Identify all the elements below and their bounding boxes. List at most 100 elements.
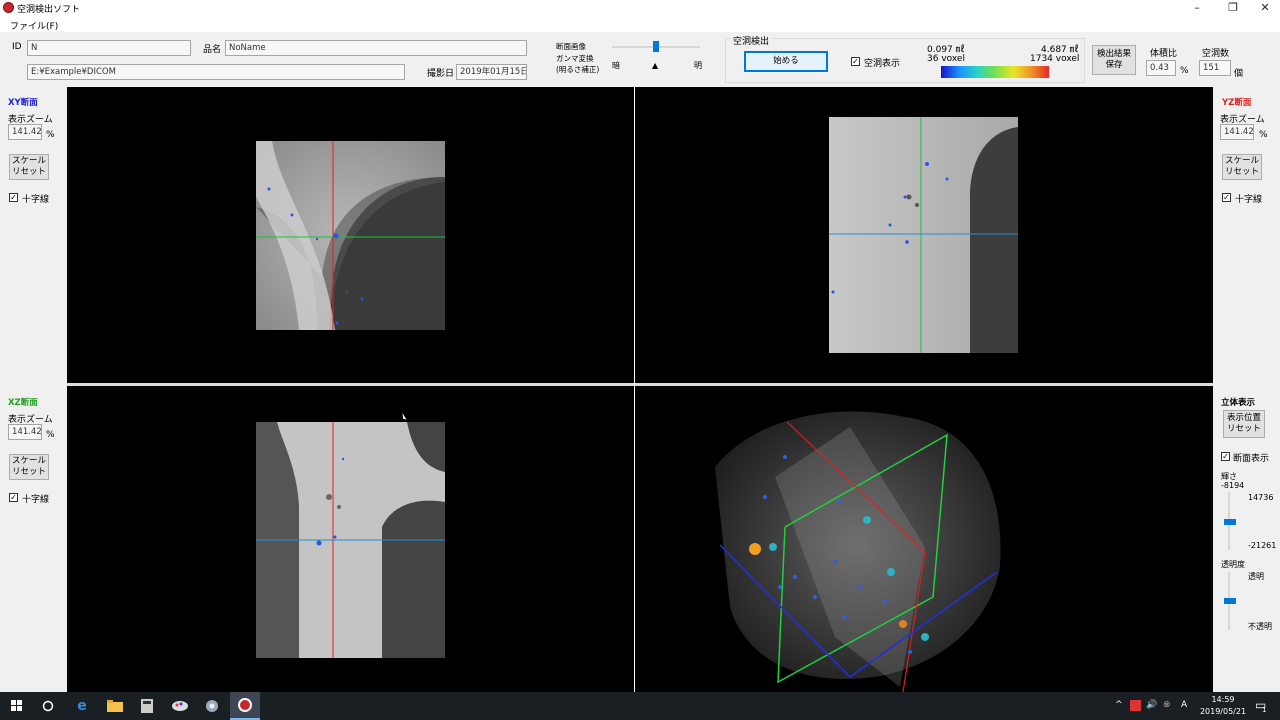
menu-file[interactable]: ファイル(F)	[10, 19, 58, 32]
xy-reset-label-2: リセット	[11, 167, 46, 177]
close-button[interactable]: ✕	[1248, 0, 1280, 16]
viewport-divider-horizontal[interactable]	[67, 383, 1213, 386]
void-count-field: 151	[1199, 60, 1231, 76]
view3d-title: 立体表示	[1221, 398, 1256, 408]
xy-crosshair-label: 十字線	[22, 195, 50, 205]
color-scale-bar	[941, 66, 1049, 78]
volume-icon[interactable]: 🔊	[1146, 700, 1157, 710]
view3d-reset-label-1: 表示位置	[1226, 413, 1261, 423]
title-bar: 空洞検出ソフト – ❐ ✕	[0, 0, 1280, 16]
volume-ratio-unit: %	[1180, 66, 1189, 76]
xy-scale-reset-button[interactable]: スケール リセット	[9, 154, 49, 180]
calculator-icon[interactable]	[136, 696, 158, 716]
gamma-label-3: (明るさ補正)	[556, 65, 600, 74]
yz-zoom-unit: %	[1259, 130, 1268, 140]
palette-icon	[172, 701, 188, 711]
gamma-label-1: 断面画像	[556, 42, 586, 51]
yz-view[interactable]	[635, 87, 1213, 383]
gamma-dark-label: 暗	[612, 61, 620, 70]
search-icon[interactable]	[37, 696, 59, 716]
view3d-position-reset-button[interactable]: 表示位置 リセット	[1223, 410, 1265, 438]
path-field[interactable]: E:¥Example¥DICOM	[27, 64, 405, 80]
section-display-checkbox[interactable]: ✓	[1221, 452, 1230, 461]
xz-view[interactable]	[67, 387, 634, 692]
xy-crosshair-checkbox[interactable]: ✓	[9, 193, 18, 202]
active-app-tab[interactable]	[230, 692, 260, 720]
yz-reset-label-1: スケール	[1224, 156, 1259, 166]
minimize-button[interactable]: –	[1180, 0, 1214, 16]
opacity-label: 透明度	[1221, 560, 1245, 569]
yz-reset-label-2: リセット	[1224, 167, 1259, 177]
scale-max-voxel: 1734 voxel	[1030, 54, 1080, 64]
id-label: ID	[12, 42, 22, 52]
void-count-label: 空洞数	[1202, 49, 1230, 59]
save-result-button[interactable]: 検出結果 保存	[1092, 45, 1136, 75]
brightness-max-value: 14736	[1248, 493, 1274, 502]
calculator-shape-icon	[141, 699, 153, 713]
tool-app-icon	[206, 700, 218, 712]
maximize-button[interactable]: ❐	[1216, 0, 1250, 16]
window-title: 空洞検出ソフト	[17, 5, 81, 15]
brightness-top-value: -8194	[1221, 481, 1245, 490]
app-icon-tool[interactable]	[201, 696, 223, 716]
void-detect-app-icon	[238, 698, 252, 712]
clock-date[interactable]: 2019/05/21	[1198, 707, 1248, 716]
ime-icon[interactable]: A	[1181, 700, 1187, 710]
yz-crosshair-label: 十字線	[1235, 195, 1263, 205]
void-count-unit: 個	[1234, 69, 1244, 79]
file-explorer-icon[interactable]	[104, 696, 126, 716]
xz-crosshair-label: 十字線	[22, 495, 50, 505]
brightness-slider-thumb[interactable]	[1224, 518, 1236, 525]
volume-ratio-field: 0.43	[1146, 60, 1176, 76]
name-field[interactable]: NoName	[225, 40, 527, 56]
app-icon-paint[interactable]	[169, 696, 191, 716]
gamma-label-2: ガンマ変換	[556, 54, 594, 63]
edge-browser-icon[interactable]: e	[71, 696, 93, 716]
yz-crosshair-checkbox[interactable]: ✓	[1222, 193, 1231, 202]
brightness-min-value: -21261	[1248, 541, 1277, 550]
xy-reset-label-1: スケール	[11, 156, 46, 166]
gamma-bright-label: 明	[694, 61, 702, 70]
xz-crosshair-checkbox[interactable]: ✓	[9, 493, 18, 502]
opacity-slider-thumb[interactable]	[1224, 598, 1236, 605]
tray-chevron-icon[interactable]: ^	[1115, 700, 1123, 710]
name-label: 品名	[203, 45, 222, 55]
date-field[interactable]: 2019年01月15日	[456, 64, 527, 80]
opacity-top-label: 透明	[1248, 572, 1264, 581]
app-icon	[3, 2, 14, 13]
windows-start-icon[interactable]	[6, 696, 28, 716]
id-field[interactable]: N	[27, 40, 191, 56]
xy-zoom-unit: %	[46, 130, 55, 140]
view3d-canvas[interactable]	[635, 387, 1213, 692]
xz-reset-label-2: リセット	[11, 467, 46, 477]
tray-app-icon[interactable]	[1130, 700, 1141, 711]
yz-scale-reset-button[interactable]: スケール リセット	[1222, 154, 1262, 180]
menu-bar: ファイル(F)	[0, 16, 1280, 32]
taskbar: e ^ 🔊 ⊗ A 14:59 2019/05/21 ▭ 1	[0, 692, 1280, 720]
xz-zoom-field[interactable]: 141.42	[8, 424, 42, 440]
view3d-reset-label-2: リセット	[1226, 424, 1261, 434]
folder-icon	[107, 700, 123, 712]
gamma-marker: ▲	[652, 61, 659, 70]
xz-scale-reset-button[interactable]: スケール リセット	[9, 454, 49, 480]
network-off-icon[interactable]: ⊗	[1163, 700, 1171, 710]
app-window: 空洞検出ソフト – ❐ ✕ ファイル(F) ID N 品名 NoName E:¥…	[0, 0, 1280, 720]
detect-group-title: 空洞検出	[731, 34, 772, 47]
xy-view[interactable]	[67, 87, 634, 383]
save-result-label-2: 保存	[1105, 60, 1123, 70]
clock-time[interactable]: 14:59	[1198, 695, 1248, 704]
start-detect-button[interactable]: 始める	[744, 51, 828, 72]
section-display-label: 断面表示	[1233, 454, 1270, 464]
xz-title: XZ断面	[8, 398, 38, 408]
yz-title: YZ断面	[1222, 98, 1252, 108]
date-label: 撮影日	[427, 69, 455, 79]
scale-min-voxel: 36 voxel	[927, 54, 965, 64]
show-void-checkbox[interactable]: ✓	[851, 57, 860, 66]
xy-zoom-field[interactable]: 141.42	[8, 124, 42, 140]
gamma-slider-thumb[interactable]	[653, 41, 659, 52]
show-void-label: 空洞表示	[864, 59, 901, 69]
xz-reset-label-1: スケール	[11, 456, 46, 466]
yz-zoom-field[interactable]: 141.42	[1220, 124, 1254, 140]
save-result-label-1: 検出結果	[1096, 49, 1131, 59]
opacity-bottom-label: 不透明	[1248, 622, 1272, 631]
